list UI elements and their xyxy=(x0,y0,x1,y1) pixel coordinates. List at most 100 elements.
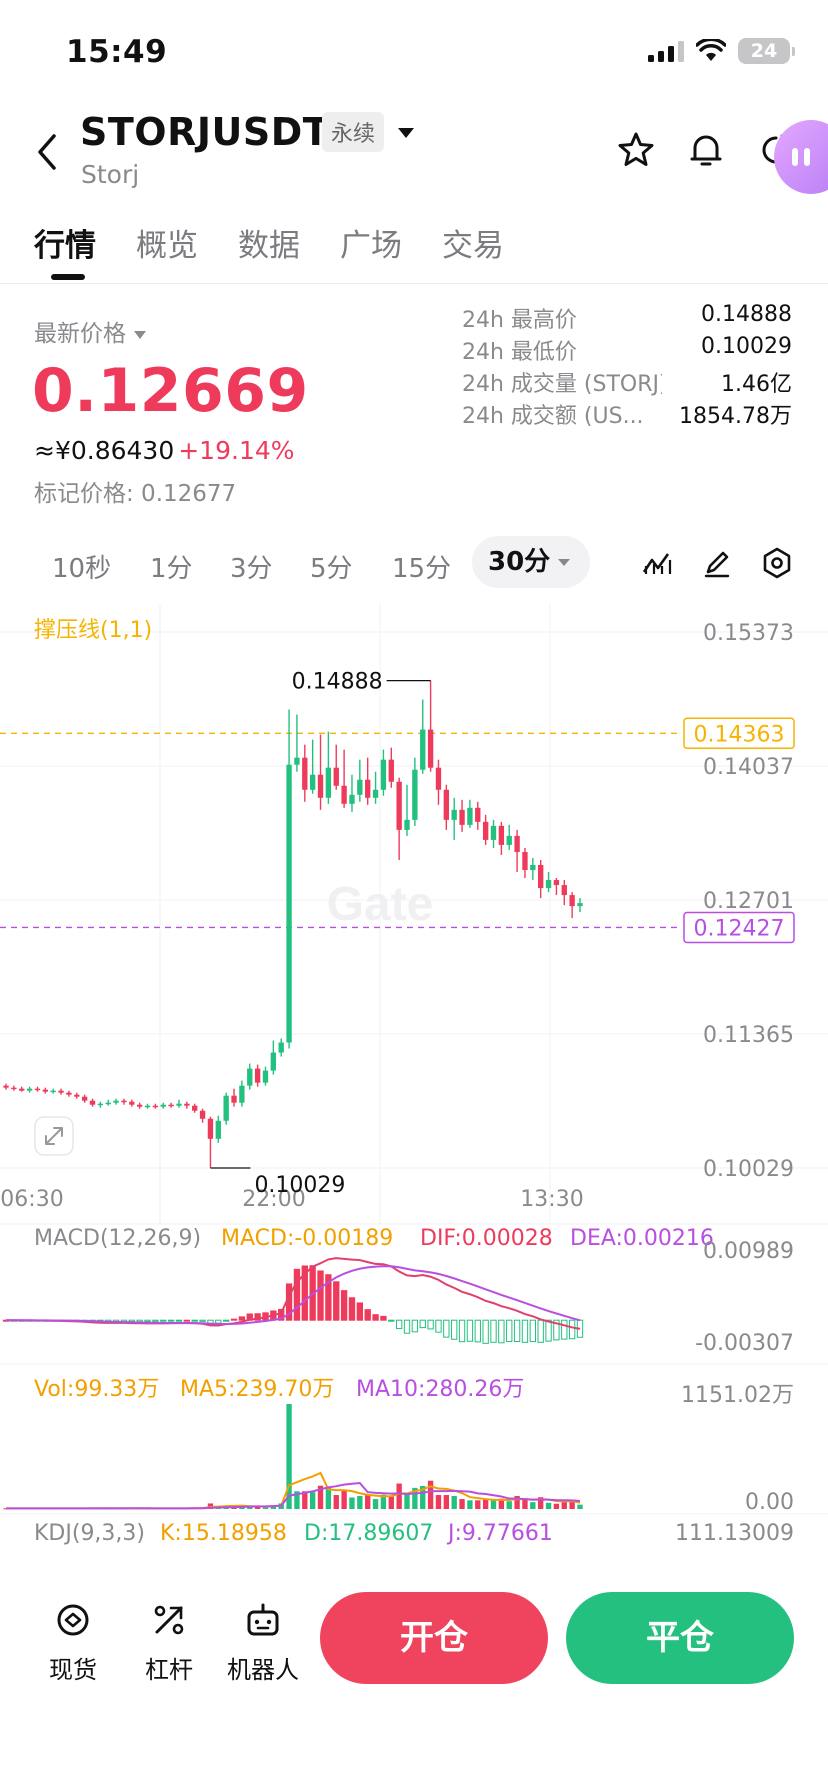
macd-bar xyxy=(372,1314,379,1321)
cny-price: ≈¥0.86430 xyxy=(34,436,175,465)
candle-body xyxy=(435,767,442,790)
candle-body xyxy=(538,864,544,889)
volume-bar xyxy=(530,1502,536,1509)
candle-body xyxy=(34,1088,41,1091)
timeframe-bar: 10秒 1分 3分 5分 15分 30分 xyxy=(0,536,828,592)
kdj-axis-label: 111.13009 xyxy=(675,1521,794,1546)
candle-body xyxy=(302,757,308,790)
bell-icon[interactable] xyxy=(686,130,726,170)
robot-button[interactable]: 机器人 xyxy=(218,1600,308,1685)
timeframe-10s[interactable]: 10秒 xyxy=(52,548,111,585)
kdj-legend: KDJ(9,3,3) K:15.18958 D:17.89607 J:9.776… xyxy=(34,1521,794,1546)
chart-area[interactable]: Gate 撑压线(1,1) 0.15373 0.14037 0.12701 0.113… xyxy=(0,604,828,1554)
j-value: J:9.77661 xyxy=(446,1521,553,1546)
macd-bar xyxy=(167,1319,175,1322)
volume-panel: 1151.02万 0.00 xyxy=(3,1383,794,1515)
latest-price-selector[interactable]: 最新价格 xyxy=(34,314,146,348)
kdj-label: KDJ(9,3,3) xyxy=(34,1521,145,1546)
resistance-line-value: 0.14363 xyxy=(694,722,785,747)
tab-data[interactable]: 数据 xyxy=(238,220,300,265)
macd-bar xyxy=(356,1302,364,1321)
candle-body xyxy=(467,807,473,825)
volume-bar xyxy=(545,1502,552,1509)
timeframe-5m[interactable]: 5分 xyxy=(310,548,353,585)
contract-type-badge[interactable]: 永续 xyxy=(322,112,385,152)
active-tab-indicator xyxy=(51,274,85,280)
timeframe-1m[interactable]: 1分 xyxy=(150,548,193,585)
candle-body xyxy=(105,1102,111,1105)
bottom-action-bar: 现货 杠杆 机器人 开仓 平仓 xyxy=(0,1590,828,1700)
macd-bar xyxy=(293,1268,301,1321)
kline-chart[interactable]: Gate 撑压线(1,1) 0.15373 0.14037 0.12701 0.113… xyxy=(0,604,828,1554)
candle-body xyxy=(451,809,457,820)
macd-bar xyxy=(136,1319,143,1323)
ma5-value: MA5:239.70万 xyxy=(180,1377,334,1402)
macd-legend: MACD(12,26,9) MACD:-0.00189 DIF:0.00028 … xyxy=(34,1226,714,1251)
macd-bar xyxy=(403,1319,411,1334)
volume-bar xyxy=(475,1500,481,1509)
indicator-icon[interactable] xyxy=(640,546,674,580)
d-value: D:17.89607 xyxy=(304,1521,433,1546)
tab-trade[interactable]: 交易 xyxy=(442,220,504,265)
wifi-icon xyxy=(696,39,726,61)
open-position-button[interactable]: 开仓 xyxy=(320,1592,548,1684)
dea-value: DEA:0.00216 xyxy=(570,1226,714,1251)
chart-settings-icon[interactable] xyxy=(760,546,794,580)
timeframe-3m[interactable]: 3分 xyxy=(230,548,273,585)
change-percent: +19.14% xyxy=(178,436,295,465)
tab-market[interactable]: 行情 xyxy=(34,220,96,265)
leverage-button[interactable]: 杠杆 xyxy=(124,1600,214,1685)
volume-bar xyxy=(349,1497,355,1509)
macd-bar xyxy=(333,1281,340,1321)
dif-value: DIF:0.00028 xyxy=(420,1226,553,1251)
volume-bar xyxy=(396,1483,402,1509)
macd-bar xyxy=(537,1319,544,1343)
dea-line xyxy=(5,1265,581,1326)
candle-body xyxy=(160,1104,166,1107)
volume-bar xyxy=(341,1490,347,1509)
candle-body xyxy=(349,794,355,804)
macd-bar xyxy=(175,1319,183,1322)
close-position-button[interactable]: 平仓 xyxy=(566,1592,794,1684)
macd-bar xyxy=(529,1319,536,1343)
low-marker-label: 0.10029 xyxy=(254,1173,345,1198)
macd-bar xyxy=(474,1319,481,1343)
macd-bar xyxy=(451,1319,458,1340)
candle-body xyxy=(333,767,339,786)
candle-body xyxy=(207,1118,214,1139)
candle-body xyxy=(199,1110,206,1119)
candle-body xyxy=(530,864,536,871)
timeframe-15m[interactable]: 15分 xyxy=(392,548,451,585)
star-icon[interactable] xyxy=(616,130,656,170)
candle-body xyxy=(58,1090,64,1093)
pair-title[interactable]: STORJUSDT xyxy=(80,110,329,154)
vol-value: Vol:99.33万 xyxy=(34,1377,159,1402)
candle-body xyxy=(522,851,528,871)
k-value: K:15.18958 xyxy=(160,1521,287,1546)
price-tick-label: 0.10029 xyxy=(703,1157,794,1182)
price-tick-label: 0.12701 xyxy=(703,889,794,914)
expand-icon[interactable] xyxy=(34,1116,74,1156)
macd-bar xyxy=(152,1319,159,1322)
candle-body xyxy=(341,785,347,804)
timeframe-30m[interactable]: 30分 xyxy=(472,536,591,588)
pair-dropdown-caret-icon[interactable] xyxy=(398,128,414,138)
candle-body xyxy=(380,759,387,790)
draw-pen-icon[interactable] xyxy=(700,546,734,580)
volume-bar xyxy=(286,1404,292,1509)
candle-body xyxy=(577,903,583,907)
volume-bar xyxy=(427,1480,434,1509)
spot-button[interactable]: 现货 xyxy=(28,1600,118,1685)
vol-max-label: 1151.02万 xyxy=(681,1383,794,1408)
status-bar: 15:49 24 xyxy=(0,0,828,100)
ma10-value: MA10:280.26万 xyxy=(356,1377,524,1402)
macd-bar xyxy=(348,1297,356,1321)
back-arrow-icon[interactable] xyxy=(30,130,66,174)
volume-bar xyxy=(451,1495,457,1509)
tab-bar: 行情 概览 数据 广场 交易 xyxy=(0,200,828,284)
tab-square[interactable]: 广场 xyxy=(340,220,402,265)
volume-bar xyxy=(309,1492,316,1509)
macd-bar xyxy=(427,1319,434,1330)
fiat-price-line: ≈¥0.86430 +19.14% xyxy=(34,436,295,465)
tab-overview[interactable]: 概览 xyxy=(136,220,198,265)
